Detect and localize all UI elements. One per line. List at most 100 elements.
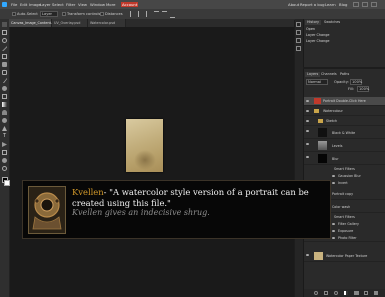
dodge-tool-icon[interactable] xyxy=(2,118,7,123)
visibility-eye-icon[interactable] xyxy=(306,120,309,122)
swatches-panel-icon[interactable] xyxy=(296,30,301,35)
mask-icon[interactable] xyxy=(334,291,338,295)
layer-name: Levels xyxy=(332,144,343,148)
menu-file[interactable]: File xyxy=(11,2,17,7)
healing-brush-icon[interactable] xyxy=(2,70,7,75)
layer-row[interactable]: Levels xyxy=(304,140,385,152)
menu-report-bug[interactable]: Report a bug xyxy=(300,2,325,7)
gradient-tool-icon[interactable] xyxy=(2,102,7,107)
layer-name: Photo Filter xyxy=(338,236,357,240)
transform-controls-label: Transform controls xyxy=(67,12,101,16)
tab-paths[interactable]: Paths xyxy=(338,72,351,77)
path-select-icon[interactable] xyxy=(2,142,7,147)
twitter-icon[interactable] xyxy=(353,2,359,7)
layer-row[interactable]: Watercolor Paper Texture xyxy=(304,251,385,262)
visibility-eye-icon[interactable] xyxy=(306,143,309,145)
adjustment-icon[interactable] xyxy=(344,291,348,295)
crop-tool-icon[interactable] xyxy=(2,54,7,59)
facebook-icon[interactable] xyxy=(371,2,377,7)
eyedropper-icon[interactable] xyxy=(2,62,7,67)
menu-select[interactable]: Select xyxy=(52,2,64,7)
menu-view[interactable]: View xyxy=(78,2,87,7)
history-panel-icon[interactable] xyxy=(296,22,301,27)
visibility-eye-icon[interactable] xyxy=(332,175,335,177)
visibility-eye-icon[interactable] xyxy=(306,156,309,158)
marquee-tool-icon[interactable] xyxy=(2,30,7,35)
layer-row[interactable]: Blur xyxy=(304,153,385,165)
visibility-eye-icon[interactable] xyxy=(332,230,335,232)
align-left-icon[interactable] xyxy=(130,11,136,17)
fx-icon[interactable] xyxy=(324,291,328,295)
smart-filters-row[interactable]: Smart Filters xyxy=(304,166,385,173)
tab-canvas-image[interactable]: Canvas_Image_Content.psd xyxy=(9,19,58,27)
tab-swatches[interactable]: Swatches xyxy=(322,20,342,25)
lasso-tool-icon[interactable] xyxy=(2,38,7,43)
visibility-eye-icon[interactable] xyxy=(306,100,309,102)
new-group-icon[interactable] xyxy=(354,291,359,295)
magic-wand-icon[interactable] xyxy=(2,46,7,51)
tab-history[interactable]: History xyxy=(305,20,322,25)
blur-tool-icon[interactable] xyxy=(2,110,7,115)
menu-account[interactable]: Account xyxy=(121,2,139,7)
blend-mode-value: Normal xyxy=(308,80,322,84)
visibility-eye-icon[interactable] xyxy=(332,182,335,184)
reddit-icon[interactable] xyxy=(362,2,368,7)
menu-edit[interactable]: Edit xyxy=(20,2,27,7)
align-middle-icon[interactable] xyxy=(162,11,167,18)
pen-tool-icon[interactable] xyxy=(2,126,7,131)
layer-group-row[interactable]: Watercolour xyxy=(304,107,385,116)
layer-select-dropdown[interactable]: Layer xyxy=(40,11,58,17)
clone-stamp-icon[interactable] xyxy=(2,86,7,91)
hand-tool-icon[interactable] xyxy=(2,158,7,163)
visibility-eye-icon[interactable] xyxy=(306,254,309,256)
trash-icon[interactable] xyxy=(374,291,378,295)
auto-select-checkbox[interactable] xyxy=(12,12,16,16)
history-item[interactable]: Layer Change xyxy=(306,39,384,44)
character-panel-icon[interactable] xyxy=(296,46,301,51)
distances-checkbox[interactable] xyxy=(100,12,104,16)
opacity-field[interactable]: 100% xyxy=(350,79,362,85)
history-item[interactable]: Open xyxy=(306,27,384,32)
menu-blog[interactable]: Blog xyxy=(339,2,347,7)
type-tool-icon[interactable]: T xyxy=(2,134,7,139)
layer-name: Smart Filters xyxy=(334,215,355,219)
align-top-icon[interactable] xyxy=(154,11,159,18)
tab-uv-overlay[interactable]: UV_Overlay.psd xyxy=(52,19,88,27)
new-layer-icon[interactable] xyxy=(364,291,368,295)
menu-learn[interactable]: Learn xyxy=(325,2,336,7)
menu-window[interactable]: Window xyxy=(90,2,105,7)
align-center-icon[interactable] xyxy=(138,11,144,17)
app-logo-icon[interactable] xyxy=(2,2,7,7)
layer-row[interactable]: Black & White xyxy=(304,127,385,139)
menu-about[interactable]: About xyxy=(288,2,299,7)
tab-layers[interactable]: Layers xyxy=(305,72,321,77)
menu-filter[interactable]: Filter xyxy=(66,2,75,7)
opacity-value: 100% xyxy=(352,80,363,84)
menu-layer[interactable]: Layer xyxy=(40,2,51,7)
eraser-tool-icon[interactable] xyxy=(2,94,7,99)
layer-row[interactable]: Portrait Double-Click Here xyxy=(304,97,385,106)
blend-mode-dropdown[interactable]: Normal xyxy=(306,79,328,85)
visibility-eye-icon[interactable] xyxy=(332,223,335,225)
tab-watercolor[interactable]: Watercolor.psd xyxy=(88,19,126,27)
visibility-eye-icon[interactable] xyxy=(332,237,335,239)
visibility-eye-icon[interactable] xyxy=(306,110,309,112)
properties-panel-icon[interactable] xyxy=(296,38,301,43)
layer-group-row[interactable]: Sketch xyxy=(304,117,385,126)
transform-controls-checkbox[interactable] xyxy=(62,12,66,16)
zoom-tool-icon[interactable] xyxy=(2,166,7,171)
filter-row[interactable]: Gaussian Blur xyxy=(304,173,385,180)
align-bottom-icon[interactable] xyxy=(170,11,175,18)
move-tool-icon[interactable] xyxy=(2,22,7,27)
brush-tool-icon[interactable] xyxy=(3,78,7,83)
align-right-icon[interactable] xyxy=(146,11,152,17)
search-icon[interactable] xyxy=(146,1,153,16)
speaker-name: Kvellen xyxy=(72,187,104,197)
visibility-eye-icon[interactable] xyxy=(306,130,309,132)
history-item[interactable]: Layer Change xyxy=(306,33,384,38)
fill-field[interactable]: 100% xyxy=(357,86,369,92)
tab-channels[interactable]: Channels xyxy=(319,72,339,77)
menu-more[interactable]: More xyxy=(106,2,115,7)
link-layers-icon[interactable] xyxy=(314,291,318,295)
shape-tool-icon[interactable] xyxy=(2,150,7,155)
